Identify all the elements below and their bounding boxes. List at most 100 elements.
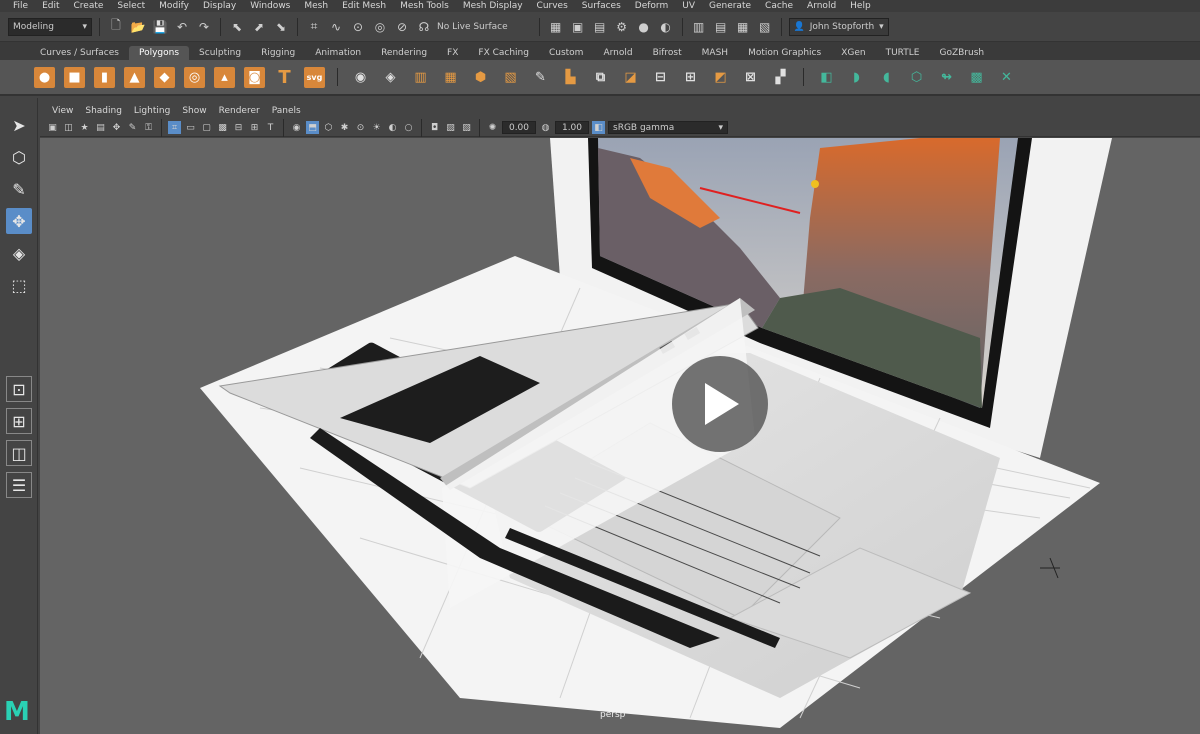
live-surface-icon[interactable]: ☊ (415, 18, 433, 36)
planar-map-icon[interactable]: ◧ (816, 67, 837, 88)
shelf-tab-rigging[interactable]: Rigging (251, 46, 305, 60)
camera-lock-icon[interactable]: ⚿ (142, 121, 155, 134)
camera-icon[interactable]: ▣ (46, 121, 59, 134)
four-view-icon[interactable]: ⊞ (6, 408, 32, 434)
rotate-tool-icon[interactable]: ◈ (6, 240, 32, 266)
multisample-icon[interactable]: ▨ (444, 121, 457, 134)
spherical-map-icon[interactable]: ◖ (876, 67, 897, 88)
panel-menu-lighting[interactable]: Lighting (128, 106, 176, 116)
resolution-gate-icon[interactable]: ▢ (200, 121, 213, 134)
toggle-panel-icon[interactable]: ▧ (756, 18, 774, 36)
shelf-tab-mash[interactable]: MASH (692, 46, 738, 60)
play-button[interactable] (672, 356, 768, 452)
mode-dropdown[interactable]: Modeling ▾ (8, 17, 92, 36)
poly-cube-icon[interactable]: ■ (64, 66, 85, 88)
select-component-icon[interactable]: ⬊ (272, 18, 290, 36)
view-transform-dropdown[interactable]: sRGB gamma ▾ (608, 121, 728, 134)
single-perspective-view-icon[interactable]: ⊡ (6, 376, 32, 402)
scale-tool-icon[interactable]: ⬚ (6, 272, 32, 298)
menu-mesh-tools[interactable]: Mesh Tools (393, 1, 456, 11)
fill-hole-icon[interactable]: ◪ (620, 67, 641, 88)
shelf-tab-gozbrush[interactable]: GoZBrush (929, 46, 994, 60)
menu-windows[interactable]: Windows (243, 1, 297, 11)
multi-cut-icon[interactable]: ✎ (530, 67, 551, 88)
menu-select[interactable]: Select (110, 1, 152, 11)
snap-view-icon[interactable]: ◎ (371, 18, 389, 36)
menu-edit-mesh[interactable]: Edit Mesh (335, 1, 393, 11)
smooth-shade-icon[interactable]: ✱ (338, 121, 351, 134)
field-chart-icon[interactable]: ⊟ (232, 121, 245, 134)
smooth-icon[interactable]: ▦ (440, 67, 461, 88)
color-management-icon[interactable]: ◧ (592, 121, 605, 134)
shelf-tab-xgen[interactable]: XGen (831, 46, 875, 60)
toggle-panel-icon[interactable]: ▤ (712, 18, 730, 36)
select-object-icon[interactable]: ⬈ (250, 18, 268, 36)
user-account-dropdown[interactable]: 👤 John Stopforth ▾ (788, 17, 889, 36)
shelf-tab-motion-graphics[interactable]: Motion Graphics (738, 46, 831, 60)
shelf-tab-arnold[interactable]: Arnold (593, 46, 642, 60)
paint-select-icon[interactable]: ✎ (6, 176, 32, 202)
exposure-field[interactable]: 0.00 (502, 121, 536, 134)
svg-icon[interactable]: svg (304, 66, 325, 88)
safe-action-icon[interactable]: ⊞ (248, 121, 261, 134)
redo-icon[interactable]: ↷ (195, 18, 213, 36)
menu-mesh-display[interactable]: Mesh Display (456, 1, 530, 11)
cylindrical-map-icon[interactable]: ◗ (846, 67, 867, 88)
panel-menu-view[interactable]: View (46, 106, 79, 116)
bookmark-icon[interactable]: ★ (78, 121, 91, 134)
gamma-icon[interactable]: ◍ (539, 121, 552, 134)
shadows-icon[interactable]: ◐ (386, 121, 399, 134)
render-frame-icon[interactable]: ▣ (569, 18, 587, 36)
extract-icon[interactable]: ▥ (410, 67, 431, 88)
select-tool-icon[interactable]: ➤ (6, 112, 32, 138)
depth-of-field-icon[interactable]: ▧ (460, 121, 473, 134)
shelf-tab-animation[interactable]: Animation (305, 46, 371, 60)
poly-cylinder-icon[interactable]: ▮ (94, 66, 115, 88)
undo-icon[interactable]: ↶ (173, 18, 191, 36)
shelf-tab-rendering[interactable]: Rendering (371, 46, 437, 60)
uv-editor-icon[interactable]: ↬ (936, 67, 957, 88)
image-plane-icon[interactable]: ▤ (94, 121, 107, 134)
shelf-tab-curves-surfaces[interactable]: Curves / Surfaces (30, 46, 129, 60)
insert-edge-loop-icon[interactable]: ⊟ (650, 67, 671, 88)
menu-file[interactable]: File (6, 1, 35, 11)
render-settings-icon[interactable]: ⚙ (613, 18, 631, 36)
poly-plane-icon[interactable]: ◆ (154, 66, 175, 88)
hypershade-icon[interactable]: ● (635, 18, 653, 36)
append-polygon-icon[interactable]: ⊠ (740, 67, 761, 88)
shelf-tab-custom[interactable]: Custom (539, 46, 593, 60)
checker-icon[interactable]: ▩ (966, 67, 987, 88)
shelf-tab-bifrost[interactable]: Bifrost (643, 46, 692, 60)
outliner-view-icon[interactable]: ☰ (6, 472, 32, 498)
poly-sphere-icon[interactable]: ● (34, 66, 55, 88)
separate-icon[interactable]: ◈ (380, 67, 401, 88)
menu-generate[interactable]: Generate (702, 1, 758, 11)
panel-menu-show[interactable]: Show (176, 106, 212, 116)
isolate-select-icon[interactable]: ◉ (290, 121, 303, 134)
menu-arnold[interactable]: Arnold (800, 1, 843, 11)
menu-modify[interactable]: Modify (152, 1, 196, 11)
poly-torus-icon[interactable]: ◎ (184, 66, 205, 88)
two-d-pan-icon[interactable]: ✥ (110, 121, 123, 134)
open-scene-icon[interactable]: 📂 (129, 18, 147, 36)
render-view-icon[interactable]: ▦ (547, 18, 565, 36)
poly-pipe-icon[interactable]: ◙ (244, 66, 265, 88)
xray-icon[interactable]: ⬒ (306, 121, 319, 134)
menu-surfaces[interactable]: Surfaces (575, 1, 628, 11)
poly-type-icon[interactable]: T (274, 67, 295, 88)
snap-grid-icon[interactable]: ⌗ (305, 18, 323, 36)
lasso-tool-icon[interactable]: ⬡ (6, 144, 32, 170)
move-tool-icon[interactable]: ✥ (6, 208, 32, 234)
wireframe-icon[interactable]: ⬡ (322, 121, 335, 134)
bridge-icon[interactable]: ▧ (500, 67, 521, 88)
toggle-panel-icon[interactable]: ▥ (690, 18, 708, 36)
shelf-tab-turtle[interactable]: TURTLE (876, 46, 930, 60)
menu-cache[interactable]: Cache (758, 1, 800, 11)
menu-help[interactable]: Help (843, 1, 878, 11)
select-hierarchy-icon[interactable]: ⬉ (228, 18, 246, 36)
automatic-map-icon[interactable]: ⬡ (906, 67, 927, 88)
exposure-icon[interactable]: ✺ (486, 121, 499, 134)
snap-surface-icon[interactable]: ⊘ (393, 18, 411, 36)
menu-create[interactable]: Create (67, 1, 111, 11)
save-scene-icon[interactable]: 💾 (151, 18, 169, 36)
